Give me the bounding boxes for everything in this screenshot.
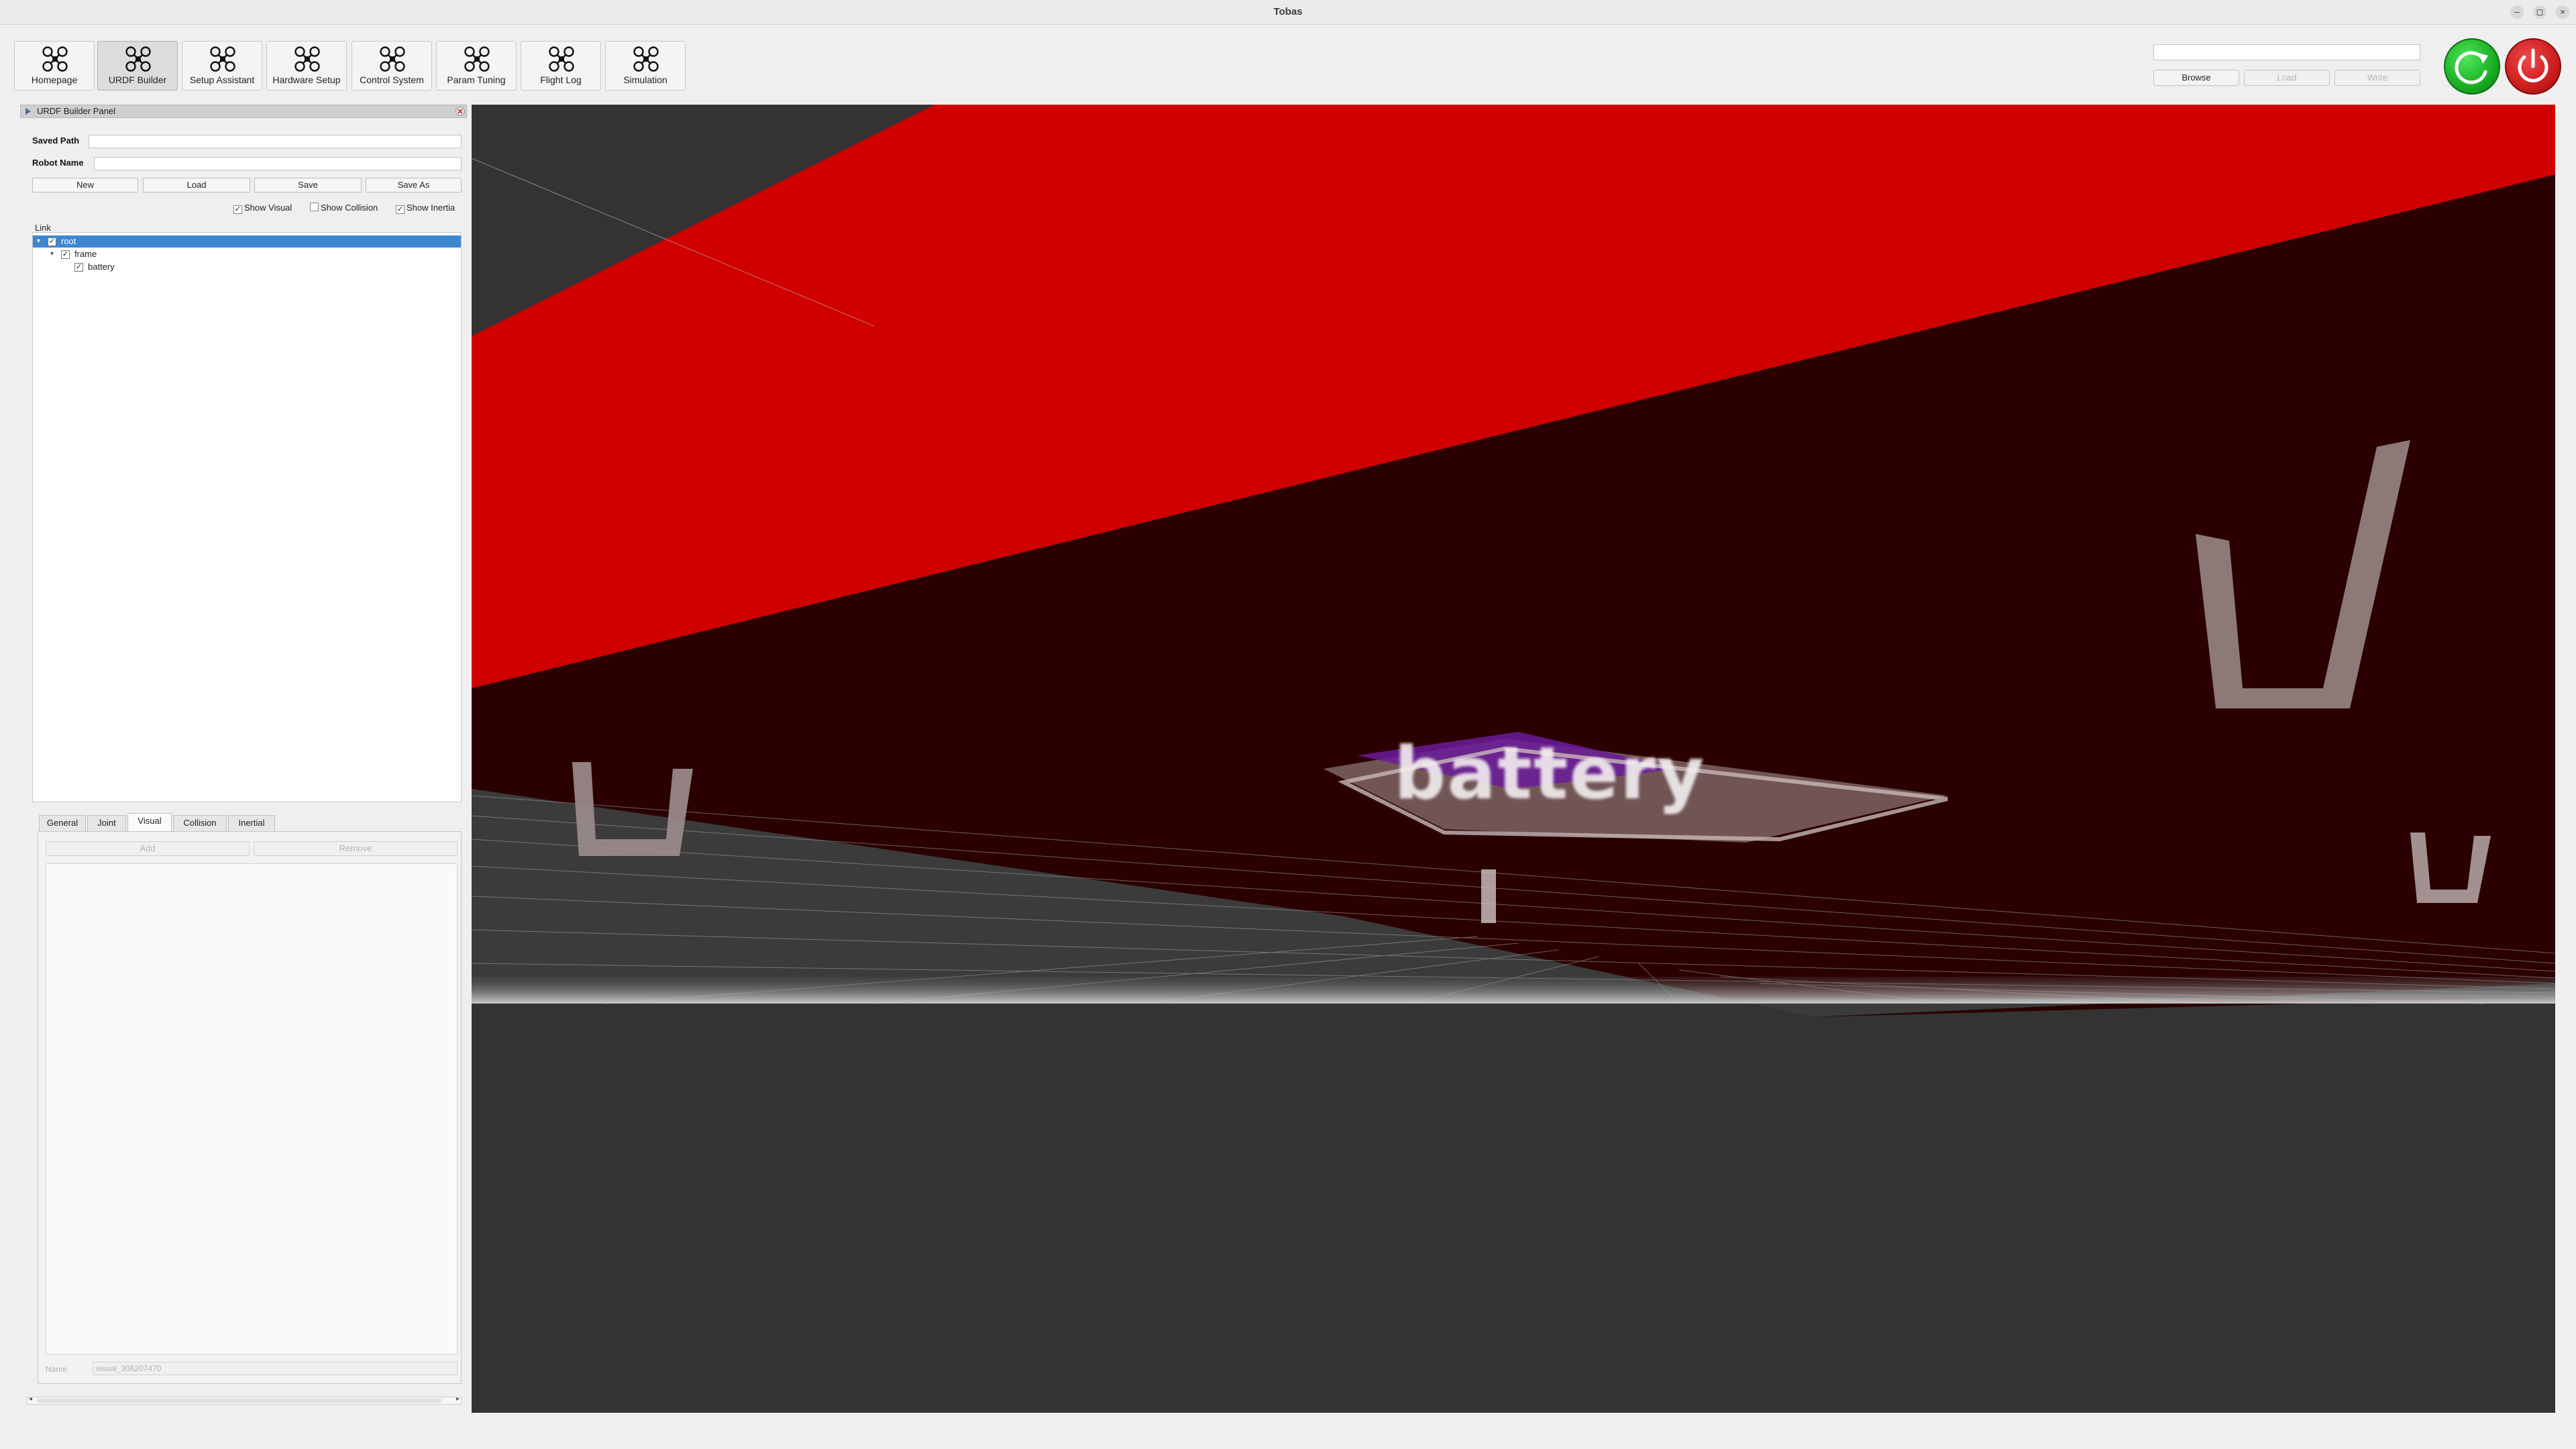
tab-collision[interactable]: Collision bbox=[173, 815, 227, 831]
name-label: Name bbox=[46, 1364, 68, 1374]
refresh-button[interactable] bbox=[2444, 38, 2500, 95]
toolbar-button-control-system[interactable]: Control System bbox=[352, 41, 432, 91]
battery-label-overlay: battery bbox=[1394, 732, 1706, 816]
tab-general[interactable]: General bbox=[39, 815, 86, 831]
minimize-button[interactable]: – bbox=[2510, 5, 2524, 19]
toolbar-button-label: Hardware Setup bbox=[272, 74, 341, 85]
show-visual-label: Show Visual bbox=[244, 203, 292, 213]
toolbar-button-param-tuning[interactable]: Param Tuning bbox=[436, 41, 517, 91]
tab-inertial[interactable]: Inertial bbox=[228, 815, 275, 831]
scroll-left-arrow[interactable]: ◂ bbox=[29, 1395, 32, 1403]
write-button[interactable]: Write bbox=[2334, 70, 2420, 86]
tree-row-frame[interactable]: ▾ ✓ frame bbox=[33, 248, 461, 260]
toolbar-button-label: URDF Builder bbox=[108, 74, 167, 85]
show-collision-checkbox[interactable]: Show Collision bbox=[310, 203, 378, 213]
load-urdf-button[interactable]: Load bbox=[143, 178, 250, 193]
power-icon bbox=[2518, 48, 2548, 83]
toolbar-button-flight-log[interactable]: Flight Log bbox=[521, 41, 601, 91]
standoff bbox=[1481, 869, 1496, 923]
tab-joint[interactable]: Joint bbox=[87, 815, 126, 831]
close-icon bbox=[458, 109, 463, 114]
visual-list[interactable] bbox=[46, 863, 458, 1354]
toolbar-button-label: Param Tuning bbox=[447, 74, 506, 85]
panel-title: URDF Builder Panel bbox=[37, 106, 116, 116]
toolbar-button-label: Simulation bbox=[623, 74, 667, 85]
tree-row-battery[interactable]: ✓ battery bbox=[33, 261, 461, 273]
tab-visual[interactable]: Visual bbox=[127, 813, 172, 832]
panel-menu-icon[interactable] bbox=[23, 107, 33, 116]
show-visual-box: ✓ bbox=[233, 205, 242, 214]
show-visual-checkbox[interactable]: ✓ Show Visual bbox=[233, 203, 292, 214]
panel-close-button[interactable] bbox=[455, 107, 465, 116]
show-inertia-box: ✓ bbox=[396, 205, 405, 214]
saved-path-label: Saved Path bbox=[32, 136, 80, 146]
scroll-right-arrow[interactable]: ▸ bbox=[456, 1395, 460, 1403]
tree-header: Link bbox=[35, 223, 51, 233]
save-as-button[interactable]: Save As bbox=[366, 178, 462, 193]
tree-label: root bbox=[61, 236, 76, 246]
toolbar-button-label: Control System bbox=[360, 74, 424, 85]
toolbar-button-urdf-builder[interactable]: URDF Builder bbox=[97, 41, 178, 91]
refresh-icon bbox=[2455, 51, 2488, 85]
saved-path-input[interactable] bbox=[89, 135, 462, 148]
panel-horizontal-scrollbar[interactable]: ◂ ▸ bbox=[27, 1395, 462, 1405]
maximize-button[interactable]: ◻ bbox=[2533, 5, 2546, 19]
toolbar-button-homepage[interactable]: Homepage bbox=[14, 41, 95, 91]
title-bar: Tobas – ◻ × bbox=[0, 0, 2576, 25]
root-checkbox[interactable]: ✓ bbox=[48, 237, 56, 246]
robot-name-label: Robot Name bbox=[32, 158, 84, 168]
close-button[interactable]: × bbox=[2556, 5, 2569, 19]
expand-arrow-icon[interactable]: ▾ bbox=[37, 235, 40, 248]
window-title: Tobas bbox=[1273, 6, 1303, 17]
toolbar-button-simulation[interactable]: Simulation bbox=[605, 41, 686, 91]
parameter-path-input[interactable] bbox=[2153, 44, 2420, 60]
load-button[interactable]: Load bbox=[2244, 70, 2330, 86]
new-button[interactable]: New bbox=[32, 178, 138, 193]
panel-header: URDF Builder Panel bbox=[20, 105, 467, 118]
power-button[interactable] bbox=[2505, 38, 2561, 95]
drone-icon bbox=[294, 46, 320, 72]
tree-label: battery bbox=[88, 262, 115, 272]
tree-label: frame bbox=[74, 249, 97, 259]
drone-icon bbox=[549, 46, 574, 72]
save-button[interactable]: Save bbox=[254, 178, 362, 193]
remove-visual-button[interactable]: Remove bbox=[254, 841, 458, 856]
show-inertia-checkbox[interactable]: ✓ Show Inertia bbox=[396, 203, 462, 214]
drone-icon bbox=[42, 46, 68, 72]
show-collision-label: Show Collision bbox=[321, 203, 378, 213]
drone-icon bbox=[464, 46, 490, 72]
3d-viewport[interactable]: battery bbox=[472, 105, 2555, 1413]
visual-name-input[interactable]: visual_306207470 bbox=[93, 1362, 458, 1375]
browse-button[interactable]: Browse bbox=[2153, 70, 2239, 86]
add-visual-button[interactable]: Add bbox=[46, 841, 250, 856]
frame-checkbox[interactable]: ✓ bbox=[61, 250, 70, 259]
toolbar-button-label: Homepage bbox=[31, 74, 78, 85]
robot-name-input[interactable] bbox=[94, 157, 462, 170]
toolbar-button-hardware-setup[interactable]: Hardware Setup bbox=[266, 41, 347, 91]
drone-icon bbox=[633, 46, 659, 72]
floor-haze bbox=[472, 977, 2555, 1004]
tree-row-root[interactable]: ▾ ✓ root bbox=[33, 235, 461, 248]
link-tree[interactable]: ▾ ✓ root ▾ ✓ frame ✓ battery bbox=[32, 232, 462, 802]
toolbar-button-label: Flight Log bbox=[540, 74, 582, 85]
drone-icon bbox=[210, 46, 235, 72]
show-collision-box bbox=[310, 203, 319, 211]
drone-icon bbox=[125, 46, 151, 72]
show-inertia-label: Show Inertia bbox=[407, 203, 455, 213]
toolbar-button-setup-assistant[interactable]: Setup Assistant bbox=[182, 41, 262, 91]
scrollbar-thumb[interactable] bbox=[37, 1399, 442, 1403]
battery-checkbox[interactable]: ✓ bbox=[74, 263, 83, 272]
expand-arrow-icon[interactable]: ▾ bbox=[50, 248, 54, 260]
drone-icon bbox=[380, 46, 405, 72]
toolbar-button-label: Setup Assistant bbox=[189, 74, 255, 85]
